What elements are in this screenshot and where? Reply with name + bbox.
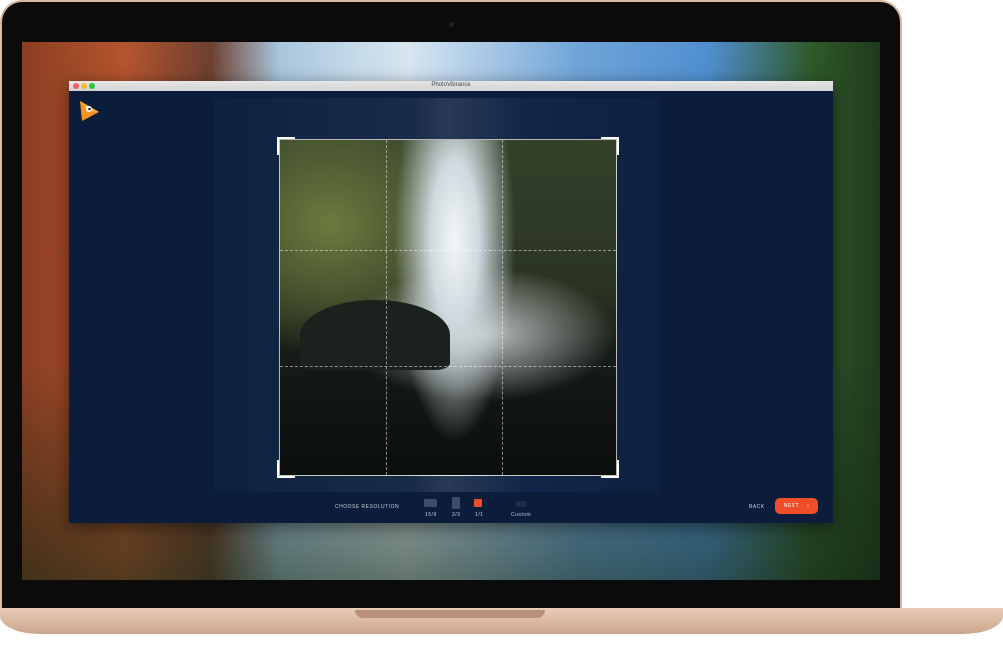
desktop-screen: PhotoVibrance CHOOSE RESOLUTION 16/9 2/3… [22,42,880,580]
next-label: NEXT [783,503,800,509]
crop-area[interactable] [279,139,617,476]
next-button[interactable]: NEXT › [775,498,818,514]
grid-line [502,140,503,475]
crop-handle-bottom-right[interactable] [601,460,619,478]
crop-handle-top-right[interactable] [601,137,619,155]
photo-rock [300,300,450,370]
app-window: PhotoVibrance CHOOSE RESOLUTION 16/9 2/3… [69,81,833,523]
camera [449,22,454,27]
choose-resolution-label: CHOOSE RESOLUTION [335,504,400,510]
back-button[interactable]: BACK [749,504,765,510]
grid-line [280,366,616,367]
grid-line [280,250,616,251]
laptop-notch [355,610,545,618]
crop-handle-top-left[interactable] [277,137,295,155]
chevron-right-icon: › [807,503,810,509]
laptop-bezel: PhotoVibrance CHOOSE RESOLUTION 16/9 2/3… [2,2,900,610]
app-logo-icon [80,101,99,121]
bottom-toolbar: CHOOSE RESOLUTION 16/9 2/3 1/1 Custom BA… [69,492,833,523]
grid-line [386,140,387,475]
crop-handle-bottom-left[interactable] [277,460,295,478]
title-bar: PhotoVibrance [69,81,833,91]
window-title: PhotoVibrance [431,82,471,88]
